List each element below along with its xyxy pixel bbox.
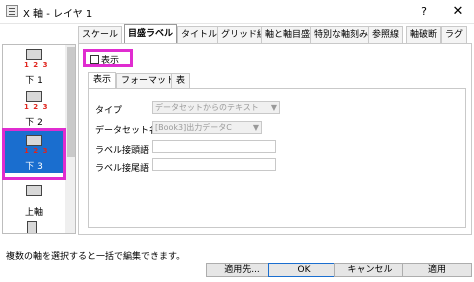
axis-item-top[interactable]: 上軸 — [3, 175, 65, 218]
cancel-button[interactable]: キャンセル — [334, 263, 406, 277]
chevron-down-icon: ▼ — [270, 103, 277, 112]
axis-icon — [26, 49, 42, 60]
show-checkbox[interactable] — [90, 55, 99, 64]
axis-item-label: 下 1 — [25, 76, 43, 86]
show-checkbox-highlight: 表示 — [83, 49, 133, 67]
title-bar: X 軸 - レイヤ 1 ? ✕ — [0, 0, 474, 24]
axis-item-bottom-1[interactable]: 1 2 3 下 1 — [3, 45, 65, 87]
axis-item-label: 下 2 — [25, 118, 43, 128]
axis-icon — [27, 221, 37, 233]
chevron-down-icon: ▼ — [252, 123, 259, 132]
dataset-select-value: [Book3]出力データC — [155, 123, 232, 132]
suffix-label: ラベル接尾語 — [95, 164, 150, 174]
status-text: 複数の軸を選択すると一括で編集できます。 — [6, 252, 186, 262]
axis-icon — [26, 91, 42, 102]
tab-tick-labels[interactable]: 目盛ラベル — [124, 24, 178, 44]
tab-axis-break[interactable]: 軸破断 — [406, 26, 442, 43]
window-title: X 軸 - レイヤ 1 — [23, 9, 93, 20]
dataset-label: データセット名 — [95, 126, 159, 136]
type-select[interactable]: データセットからのテキスト ▼ — [152, 101, 280, 114]
type-label: タイプ — [95, 106, 123, 116]
tab-rug[interactable]: ラグ — [441, 26, 468, 43]
type-select-value: データセットからのテキスト — [155, 103, 259, 112]
tab-reference-lines[interactable]: 参照線 — [368, 26, 404, 43]
show-checkbox-label: 表示 — [101, 56, 120, 66]
axis-item-bottom-2[interactable]: 1 2 3 下 2 — [3, 87, 65, 129]
prefix-label: ラベル接頭語 — [95, 146, 150, 156]
apply-button[interactable]: 適用 — [402, 263, 472, 277]
tab-special-ticks[interactable]: 特別な軸刻み — [310, 26, 373, 43]
prefix-input[interactable] — [152, 140, 276, 153]
axis-icon — [26, 185, 42, 196]
axis-tick-numbers: 1 2 3 — [24, 103, 49, 111]
close-button[interactable]: ✕ — [446, 3, 470, 21]
scrollbar-thumb[interactable] — [67, 47, 75, 157]
subtab-display[interactable]: 表示 — [88, 72, 117, 89]
tab-axis-ticks[interactable]: 軸と軸目盛 — [261, 26, 315, 43]
help-button[interactable]: ? — [412, 3, 436, 21]
selection-highlight — [2, 128, 66, 180]
axis-item-extra[interactable] — [3, 217, 65, 233]
axis-tick-numbers: 1 2 3 — [24, 61, 49, 69]
app-icon — [6, 5, 18, 17]
subtab-table[interactable]: 表 — [171, 73, 191, 89]
tab-scale[interactable]: スケール — [78, 26, 123, 43]
ok-button[interactable]: OK — [268, 263, 340, 277]
dataset-select[interactable]: [Book3]出力データC ▼ — [152, 121, 262, 134]
suffix-input[interactable] — [152, 158, 276, 171]
tab-title[interactable]: タイトル — [177, 26, 222, 43]
